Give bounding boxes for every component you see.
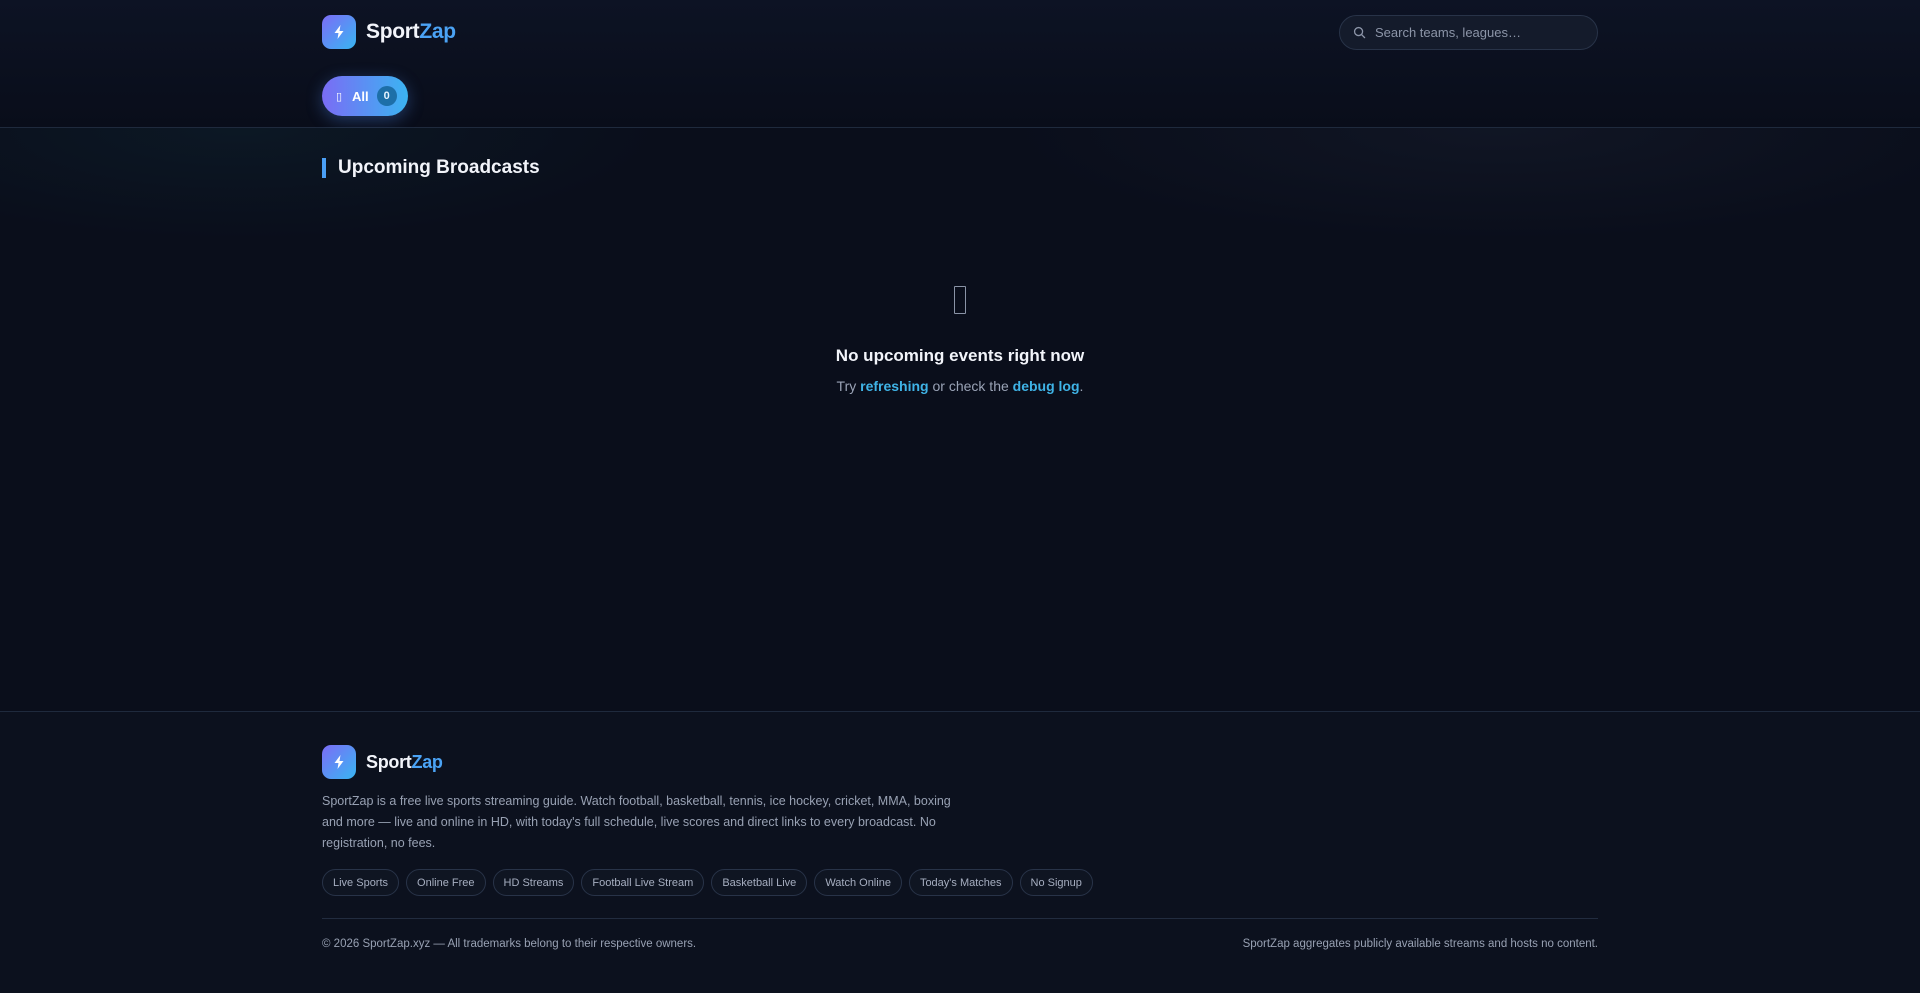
footer-description: SportZap is a free live sports streaming… — [322, 794, 951, 850]
main-content: Upcoming Broadcasts No upcoming events r… — [0, 128, 1920, 711]
empty-middle-text: or check the — [932, 378, 1009, 394]
empty-state-message: Try refreshing or check the debug log. — [322, 378, 1598, 394]
footer-tag[interactable]: HD Streams — [492, 869, 575, 896]
brand-zap: Zap — [419, 20, 456, 43]
footer-brand-sport: Sport — [366, 751, 412, 772]
filter-count-badge: 0 — [376, 86, 397, 106]
search-input[interactable] — [1375, 25, 1585, 40]
footer-tag[interactable]: Football Live Stream — [581, 869, 705, 896]
brand-logo[interactable]: SportZap — [322, 15, 456, 49]
debug-log-link[interactable]: debug log — [1013, 378, 1080, 394]
empty-try-text: Try — [836, 378, 857, 394]
lightning-icon — [322, 15, 356, 49]
brand-name: SportZap — [366, 20, 456, 44]
site-header: SportZap ▯ All 0 — [0, 0, 1920, 128]
footer-tags: Live Sports Online Free HD Streams Footb… — [322, 869, 1100, 896]
search-box[interactable] — [1339, 15, 1598, 50]
filter-label: All — [352, 88, 369, 104]
refresh-link[interactable]: refreshing — [860, 378, 928, 394]
footer-brand-name: SportZap — [366, 752, 443, 773]
footer-divider — [322, 918, 1598, 919]
footer-tag[interactable]: Online Free — [406, 869, 486, 896]
page-title: Upcoming Broadcasts — [322, 158, 540, 178]
lightning-icon — [322, 745, 356, 779]
filter-all-button[interactable]: ▯ All 0 — [322, 76, 408, 116]
footer-tag[interactable]: Watch Online — [814, 869, 902, 896]
footer-disclaimer: SportZap aggregates publicly available s… — [1242, 938, 1598, 950]
footer-tag[interactable]: No Signup — [1019, 869, 1093, 896]
empty-state-title: No upcoming events right now — [835, 346, 1085, 365]
footer-tag[interactable]: Today's Matches — [908, 869, 1013, 896]
site-footer: SportZap SportZap is a free live sports … — [0, 711, 1920, 993]
grid-icon: ▯ — [336, 90, 343, 103]
search-icon — [1353, 26, 1366, 39]
empty-state: No upcoming events right now Try refresh… — [322, 286, 1598, 394]
footer-tag[interactable]: Live Sports — [322, 869, 400, 896]
brand-sport: Sport — [366, 20, 420, 43]
footer-tag[interactable]: Basketball Live — [711, 869, 808, 896]
footer-copyright: © 2026 SportZap.xyz — All trademarks bel… — [322, 938, 697, 950]
footer-brand[interactable]: SportZap — [322, 745, 443, 779]
tv-icon — [954, 286, 966, 314]
footer-brand-zap: Zap — [411, 751, 443, 772]
empty-end-text: . — [1079, 378, 1084, 394]
